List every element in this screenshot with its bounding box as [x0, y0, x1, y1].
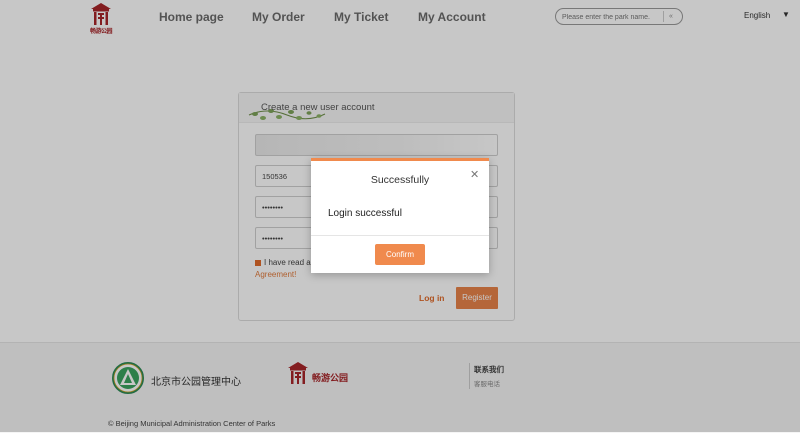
success-dialog: Successfully ✕ Login successful Confirm: [311, 158, 489, 273]
dialog-title: Successfully: [370, 174, 430, 186]
close-icon[interactable]: ✕: [470, 168, 479, 181]
dialog-message: Login successful: [328, 208, 402, 219]
dialog-divider: [311, 235, 489, 236]
confirm-button[interactable]: Confirm: [375, 244, 425, 265]
